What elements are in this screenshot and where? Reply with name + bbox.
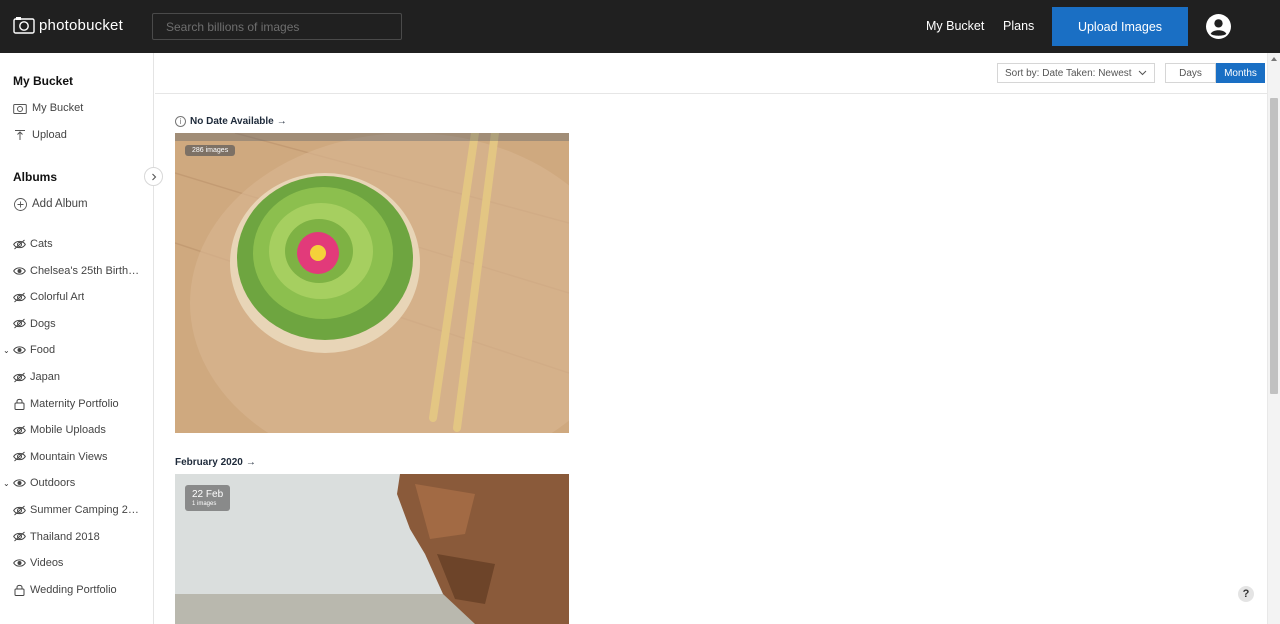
eye-slash-icon (13, 318, 26, 330)
nav-my-bucket[interactable]: My Bucket (926, 19, 984, 33)
eye-slash-icon (13, 504, 26, 516)
sidebar-item-my-bucket[interactable]: My Bucket (13, 102, 83, 114)
photo-avocado-image (175, 133, 569, 433)
sidebar-album-label: Wedding Portfolio (30, 583, 117, 596)
view-mode-toggle: Days Months (1165, 63, 1265, 83)
sidebar-album-item[interactable]: Colorful Art (13, 291, 143, 303)
upload-icon (13, 129, 27, 141)
eye-icon (13, 477, 26, 489)
lock-icon (13, 398, 26, 410)
group-title-label: February 2020 (175, 457, 243, 468)
eye-slash-icon (13, 531, 26, 543)
group-title-february-2020[interactable]: February 2020 → (175, 457, 256, 468)
sidebar-album-label: Mobile Uploads (30, 424, 106, 437)
my-bucket-heading: My Bucket (13, 74, 74, 88)
sidebar: My Bucket My Bucket Upload Albums Add Al… (0, 53, 154, 624)
nav-plans[interactable]: Plans (1003, 19, 1034, 33)
sidebar-album-item[interactable]: Chelsea's 25th Birthday (13, 265, 143, 277)
help-button[interactable]: ? (1238, 586, 1254, 602)
sidebar-album-item[interactable]: ⌄ Outdoors (3, 477, 143, 490)
chevron-down-icon[interactable]: ⌄ (3, 346, 10, 355)
date-badge: 22 Feb 1 images (185, 485, 231, 511)
sidebar-album-label: Dogs (30, 317, 56, 330)
upload-images-button[interactable]: Upload Images (1052, 7, 1188, 46)
photo-cliff[interactable]: 22 Feb 1 images (175, 474, 569, 624)
sort-dropdown[interactable]: Sort by: Date Taken: Newest (997, 63, 1155, 83)
sidebar-album-label: Summer Camping 2019 (30, 504, 142, 516)
sidebar-album-label: Mountain Views (30, 450, 108, 463)
badge-count: 1 images (192, 501, 217, 507)
albums-heading: Albums (13, 170, 58, 184)
sidebar-album-item[interactable]: Wedding Portfolio (13, 584, 143, 596)
sidebar-album-label: Thailand 2018 (30, 530, 100, 543)
eye-slash-icon (13, 451, 26, 463)
lock-icon (13, 584, 26, 596)
plus-circle-icon (13, 197, 27, 211)
eye-slash-icon (13, 238, 26, 250)
arrow-right-icon: → (276, 116, 287, 127)
sidebar-album-item[interactable]: Dogs (13, 318, 143, 330)
sidebar-album-label: Maternity Portfolio (30, 397, 119, 410)
info-icon: i (175, 116, 186, 127)
logo-text: photobucket (39, 16, 123, 34)
user-circle-icon[interactable] (1206, 14, 1231, 39)
bucket-icon (13, 102, 27, 114)
sidebar-album-label: Chelsea's 25th Birthday (30, 264, 142, 277)
sidebar-album-item[interactable]: Mobile Uploads (13, 424, 143, 436)
eye-icon (13, 265, 26, 277)
chevron-down-icon (1138, 70, 1146, 76)
sidebar-album-label: Videos (30, 557, 64, 570)
chevron-down-icon[interactable]: ⌄ (3, 479, 10, 488)
view-toolbar: Sort by: Date Taken: Newest Days Months (155, 53, 1267, 94)
arrow-right-icon: → (245, 457, 256, 468)
group-title-no-date[interactable]: i No Date Available → (175, 116, 287, 127)
sidebar-item-upload[interactable]: Upload (13, 129, 67, 141)
sidebar-album-item[interactable]: Maternity Portfolio (13, 398, 143, 410)
eye-slash-icon (13, 371, 26, 383)
eye-slash-icon (13, 424, 26, 436)
sidebar-album-item[interactable]: Cats (13, 238, 143, 250)
chevron-right-icon (151, 173, 156, 180)
group-title-label: No Date Available (190, 116, 274, 127)
logo[interactable]: photobucket (13, 16, 123, 34)
vertical-scrollbar[interactable] (1267, 53, 1280, 624)
sidebar-album-label: Colorful Art (30, 291, 85, 304)
sidebar-album-label: Food (30, 344, 56, 357)
camera-logo-icon (13, 17, 35, 34)
eye-icon (13, 557, 26, 569)
badge-date: 22 Feb (192, 489, 224, 500)
search-input[interactable] (152, 13, 402, 40)
days-toggle[interactable]: Days (1165, 63, 1216, 83)
image-count-badge: 286 images (185, 145, 236, 156)
top-bar: photobucket My Bucket Plans Upload Image… (0, 0, 1280, 53)
sidebar-album-item[interactable]: Mountain Views (13, 451, 143, 463)
sidebar-album-item[interactable]: Summer Camping 2019 (13, 504, 143, 516)
add-album-label: Add Album (32, 198, 88, 210)
sidebar-album-item[interactable]: ⌄ Food (3, 344, 143, 357)
sidebar-album-label: Outdoors (30, 477, 76, 490)
sidebar-item-label: Upload (32, 129, 67, 141)
sort-label: Sort by: Date Taken: Newest (1005, 67, 1132, 79)
add-album-button[interactable]: Add Album (13, 197, 88, 211)
eye-icon (13, 344, 26, 356)
sidebar-album-label: Japan (30, 371, 60, 383)
sidebar-album-item[interactable]: Videos (13, 557, 143, 569)
sidebar-album-item[interactable]: Thailand 2018 (13, 531, 143, 543)
scrollbar-thumb[interactable] (1270, 98, 1278, 394)
months-toggle[interactable]: Months (1216, 63, 1265, 83)
sidebar-item-label: My Bucket (32, 102, 84, 114)
scroll-up-arrow-icon[interactable] (1271, 57, 1277, 61)
sidebar-album-label: Cats (30, 238, 53, 250)
photo-cliff-image (175, 474, 569, 624)
sidebar-album-item[interactable]: Japan (13, 371, 143, 383)
eye-slash-icon (13, 291, 26, 303)
photo-avocado-toast[interactable]: 286 images (175, 133, 569, 433)
collapse-sidebar-button[interactable] (144, 167, 163, 186)
